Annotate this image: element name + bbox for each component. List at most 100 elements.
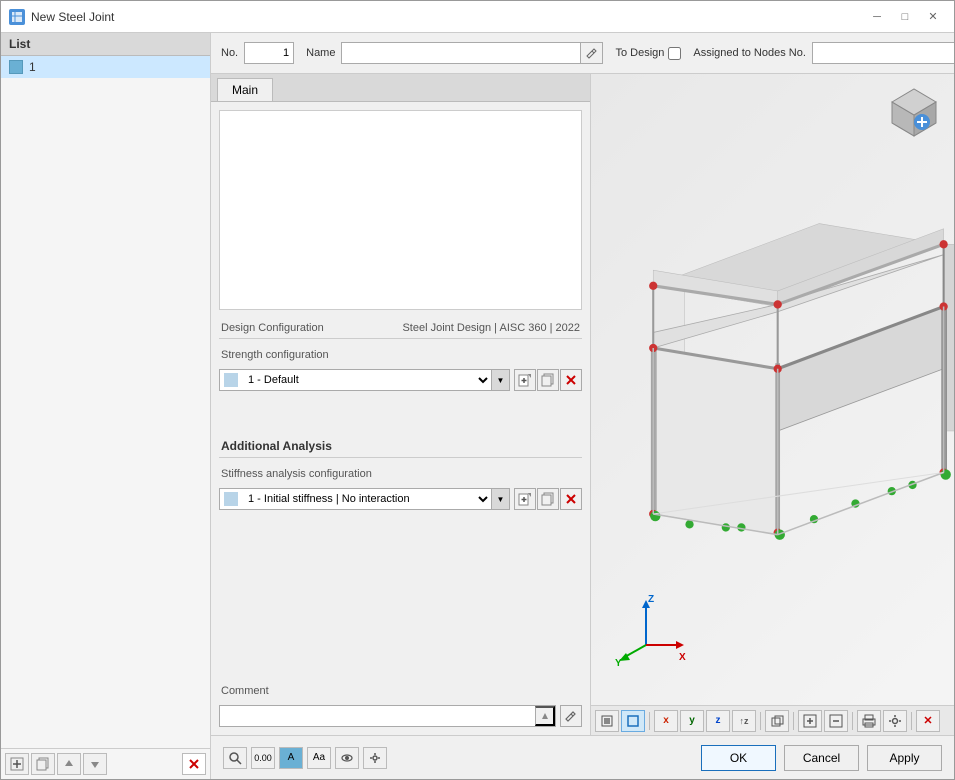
svg-text:Y: Y [615,658,622,669]
strength-copy-button[interactable] [537,369,559,391]
comment-section: Comment [219,681,582,727]
stiffness-select-color [224,492,238,506]
stiffness-new-button[interactable] [514,488,536,510]
apply-button[interactable]: Apply [867,745,942,771]
stiffness-copy-button[interactable] [537,488,559,510]
window-controls: ─ □ ✕ [864,6,946,28]
stiffness-config-buttons [514,488,582,510]
svg-text:Z: Z [648,594,654,605]
axis-svg: Z Y X [611,590,691,670]
strength-select-wrapper: 1 - Default ▼ [219,369,510,391]
view-separator-5 [911,712,912,730]
name-input[interactable] [341,42,581,64]
view-y-axis-button[interactable]: y [680,710,704,732]
no-input[interactable] [244,42,294,64]
list-footer [1,748,210,779]
view-close-button[interactable]: ✕ [916,710,940,732]
view-separator-3 [793,712,794,730]
info-bar: No. Name To Design [211,33,954,74]
name-input-wrapper [341,42,603,64]
view-separator-2 [760,712,761,730]
strength-config-buttons [514,369,582,391]
view-wireframe-button[interactable] [621,710,645,732]
list-item[interactable]: 1 [1,56,210,78]
design-config-section: Design Configuration Steel Joint Design … [219,318,582,391]
view-separator-4 [852,712,853,730]
status-icons: 0.00 A Aa [223,747,693,769]
list-copy-button[interactable] [31,753,55,775]
name-label: Name [306,47,335,59]
status-a-button[interactable]: A [279,747,303,769]
form-spacer [219,518,582,669]
name-edit-button[interactable] [581,42,603,64]
stiffness-select[interactable]: 1 - Initial stiffness | No interaction [242,492,491,506]
list-move-up-button[interactable] [57,753,81,775]
view-cube-widget[interactable] [884,84,944,144]
strength-select-color [224,373,238,387]
view-z-axis-button[interactable]: z [706,710,730,732]
ok-button[interactable]: OK [701,745,776,771]
strength-config-row: 1 - Default ▼ [219,369,582,391]
list-add-button[interactable] [5,753,29,775]
view-zoom-out-button[interactable] [824,710,848,732]
stiffness-dropdown-arrow-icon[interactable]: ▼ [491,489,509,509]
status-aa-button[interactable]: Aa [307,747,331,769]
strength-config-header: Strength configuration [219,345,582,365]
additional-analysis-title: Additional Analysis [219,435,582,458]
list-delete-button[interactable] [182,753,206,775]
status-zero-button[interactable]: 0.00 [251,747,275,769]
list-header: List [1,33,210,56]
view-box-button[interactable] [765,710,789,732]
additional-analysis-section: Additional Analysis Stiffness analysis c… [219,435,582,510]
comment-edit-button[interactable] [560,705,582,727]
comment-input-btn[interactable] [535,706,555,726]
tab-main[interactable]: Main [217,78,273,101]
stiffness-select-wrapper: 1 - Initial stiffness | No interaction ▼ [219,488,510,510]
status-settings-button[interactable] [363,747,387,769]
minimize-button[interactable]: ─ [864,6,890,28]
strength-config-section: Strength configuration 1 - Default ▼ [219,345,582,391]
to-design-field: To Design [615,47,681,60]
tab-bar: Main [211,74,590,102]
design-config-header: Design Configuration Steel Joint Design … [219,318,582,339]
strength-select[interactable]: 1 - Default [242,373,491,387]
view-toolbar: x y z ↑z [591,705,954,735]
cancel-button[interactable]: Cancel [784,745,859,771]
view-zoom-fit-button[interactable] [798,710,822,732]
stiffness-clear-button[interactable] [560,488,582,510]
view-separator-1 [649,712,650,730]
comment-row [219,705,582,727]
view-x-axis-button[interactable]: x [654,710,678,732]
form-content: Design Configuration Steel Joint Design … [211,102,590,735]
app-icon [9,9,25,25]
right-panel: No. Name To Design [211,33,954,779]
maximize-button[interactable]: □ [892,6,918,28]
title-bar: New Steel Joint ─ □ ✕ [1,1,954,33]
comment-input[interactable] [220,710,535,722]
close-button[interactable]: ✕ [920,6,946,28]
to-design-checkbox[interactable] [668,47,681,60]
view-print-button[interactable] [857,710,881,732]
to-design-label: To Design [615,47,664,59]
view-render-button[interactable] [595,710,619,732]
strength-new-button[interactable] [514,369,536,391]
no-label: No. [221,47,238,59]
view-settings-button[interactable] [883,710,907,732]
view-z2-axis-button[interactable]: ↑z [732,710,756,732]
svg-text:X: X [679,652,686,663]
view-panel: Z Y X [591,74,954,735]
strength-clear-button[interactable] [560,369,582,391]
status-search-button[interactable] [223,747,247,769]
view-3d: Z Y X [591,74,954,735]
content-split: Main Design Confi [211,74,954,735]
stiffness-config-row: 1 - Initial stiffness | No interaction ▼ [219,488,582,510]
name-field: Name [306,42,603,64]
assigned-label: Assigned to Nodes No. [693,47,806,59]
assigned-input[interactable] [812,42,954,64]
assigned-field: Assigned to Nodes No. [693,39,954,67]
strength-dropdown-arrow-icon[interactable]: ▼ [491,370,509,390]
list-move-down-button[interactable] [83,753,107,775]
list-indicator [9,60,23,74]
no-field: No. [221,42,294,64]
status-eye-button[interactable] [335,747,359,769]
